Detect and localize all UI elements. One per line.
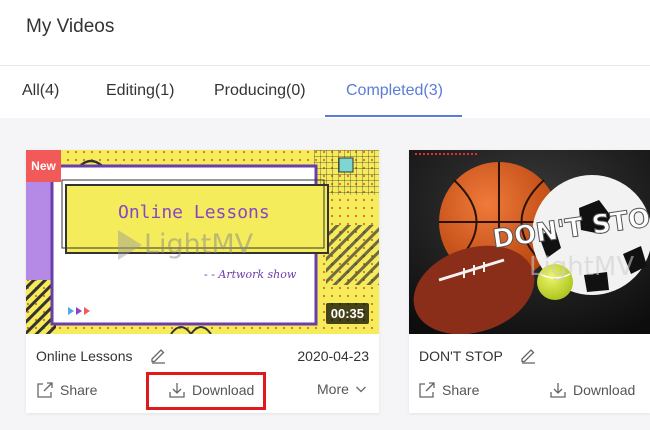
edit-title-icon-2[interactable] [519,346,537,364]
video-thumbnail-2[interactable]: DON'T STOP LightMV [409,150,650,334]
page-title: My Videos [26,16,115,37]
thumbnail-title: Online Lessons [118,202,270,223]
new-badge: New [26,150,61,182]
download-highlight-box [146,372,266,410]
tab-editing[interactable]: Editing(1) [106,82,174,100]
video-thumbnail[interactable]: Online Lessons - - Artwork show LightMV … [26,150,379,334]
thumbnail-sports-balls: DON'T STOP LightMV [409,150,650,334]
share-icon [37,382,53,398]
more-button[interactable]: More [317,381,367,397]
share-label-2: Share [442,382,480,398]
share-label: Share [60,382,98,398]
download-icon [550,383,566,398]
download-button-2[interactable]: Download [549,381,635,399]
watermark-2: LightMV [529,252,634,282]
video-card-dont-stop: DON'T STOP LightMV DON'T STOP Share Down… [409,150,650,413]
more-label: More [317,381,349,397]
tab-all[interactable]: All(4) [22,82,59,100]
share-button-2[interactable]: Share [418,381,479,399]
tab-producing[interactable]: Producing(0) [214,82,306,100]
video-title-2: DON'T STOP [419,348,503,364]
edit-title-icon[interactable] [149,346,167,364]
video-duration: 00:35 [325,303,369,324]
filter-tabs: All(4) Editing(1) Producing(0) Completed… [0,66,650,118]
video-title: Online Lessons [36,348,133,364]
share-icon [419,382,435,398]
share-button[interactable]: Share [36,381,97,399]
watermark: LightMV [144,229,254,260]
download-label-2: Download [573,382,636,398]
active-tab-indicator [325,115,462,117]
page-header: My Videos [0,0,650,66]
video-date: 2020-04-23 [297,348,369,364]
tab-completed[interactable]: Completed(3) [346,82,443,100]
chevron-down-icon [355,386,366,393]
thumbnail-subtitle: - - Artwork show [204,268,297,281]
